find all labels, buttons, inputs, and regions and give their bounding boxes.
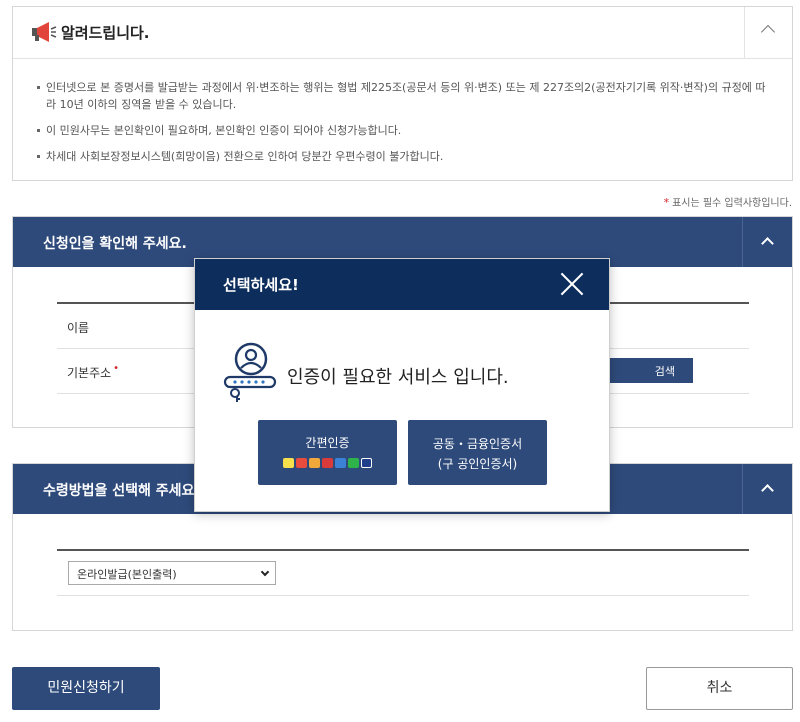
receive-form-table: 온라인발급(본인출력)	[57, 549, 749, 596]
cancel-button[interactable]: 취소	[646, 667, 793, 710]
modal-message: 인증이 필요한 서비스 입니다.	[287, 367, 509, 388]
provider-logo-icon	[335, 458, 346, 468]
notice-item: 이 민원사무는 본인확인이 필요하며, 본인확인 인증이 되어야 신청가능합니다…	[37, 122, 774, 139]
certificate-auth-button[interactable]: 공동・금융인증서 (구 공인인증서)	[408, 420, 547, 485]
chevron-up-icon	[761, 484, 774, 497]
notice-collapse-button[interactable]	[744, 7, 792, 59]
notice-box: 알려드립니다. 인터넷으로 본 증명서를 발급받는 과정에서 위·변조하는 행위…	[12, 6, 793, 181]
applicant-panel-title: 신청인을 확인해 주세요.	[43, 236, 187, 252]
chevron-up-icon	[761, 237, 774, 250]
receive-row: 온라인발급(본인출력)	[57, 551, 749, 596]
close-icon[interactable]	[559, 271, 585, 297]
required-star-icon: *	[663, 196, 670, 209]
provider-logo-icon	[309, 458, 320, 468]
notice-item: 차세대 사회보장정보시스템(희망이음) 전환으로 인하여 당분간 우편수령이 불…	[37, 148, 774, 165]
notice-title: 알려드립니다.	[61, 24, 150, 42]
chevron-up-icon	[760, 24, 776, 40]
receive-method-select[interactable]: 온라인발급(본인출력)	[68, 561, 276, 585]
address-search-button[interactable]: 검색	[605, 358, 693, 383]
chevron-down-icon	[260, 567, 270, 577]
auth-provider-logos	[258, 458, 397, 468]
applicant-collapse-button[interactable]	[742, 217, 792, 267]
naver-logo-icon	[348, 458, 359, 468]
auth-select-modal: 선택하세요! 인증이 필요한 서비스 입니다. 간편인증 공동・금융인증서 (구 …	[194, 258, 610, 512]
receive-collapse-button[interactable]	[742, 464, 792, 514]
megaphone-icon	[32, 22, 57, 42]
user-certificate-icon	[223, 342, 277, 402]
simple-auth-button[interactable]: 간편인증	[258, 420, 397, 485]
required-star-icon: •	[113, 363, 120, 374]
notice-list: 인터넷으로 본 증명서를 발급받는 과정에서 위·변조하는 행위는 형법 제22…	[13, 59, 792, 165]
provider-logo-icon	[322, 458, 333, 468]
notice-item: 인터넷으로 본 증명서를 발급받는 과정에서 위·변조하는 행위는 형법 제22…	[37, 79, 774, 113]
modal-title: 선택하세요!	[223, 276, 299, 294]
required-field-note: * 표시는 필수 입력사항입니다.	[663, 196, 792, 209]
pass-logo-icon	[296, 458, 307, 468]
apply-button[interactable]: 민원신청하기	[12, 667, 160, 710]
notice-header: 알려드립니다.	[13, 7, 792, 59]
kakao-logo-icon	[283, 458, 294, 468]
name-label: 이름	[67, 321, 90, 335]
address-label: 기본주소 •	[67, 363, 120, 380]
modal-header: 선택하세요!	[195, 259, 609, 310]
provider-logo-icon	[361, 458, 372, 468]
receive-panel-title: 수령방법을 선택해 주세요.	[43, 483, 200, 499]
